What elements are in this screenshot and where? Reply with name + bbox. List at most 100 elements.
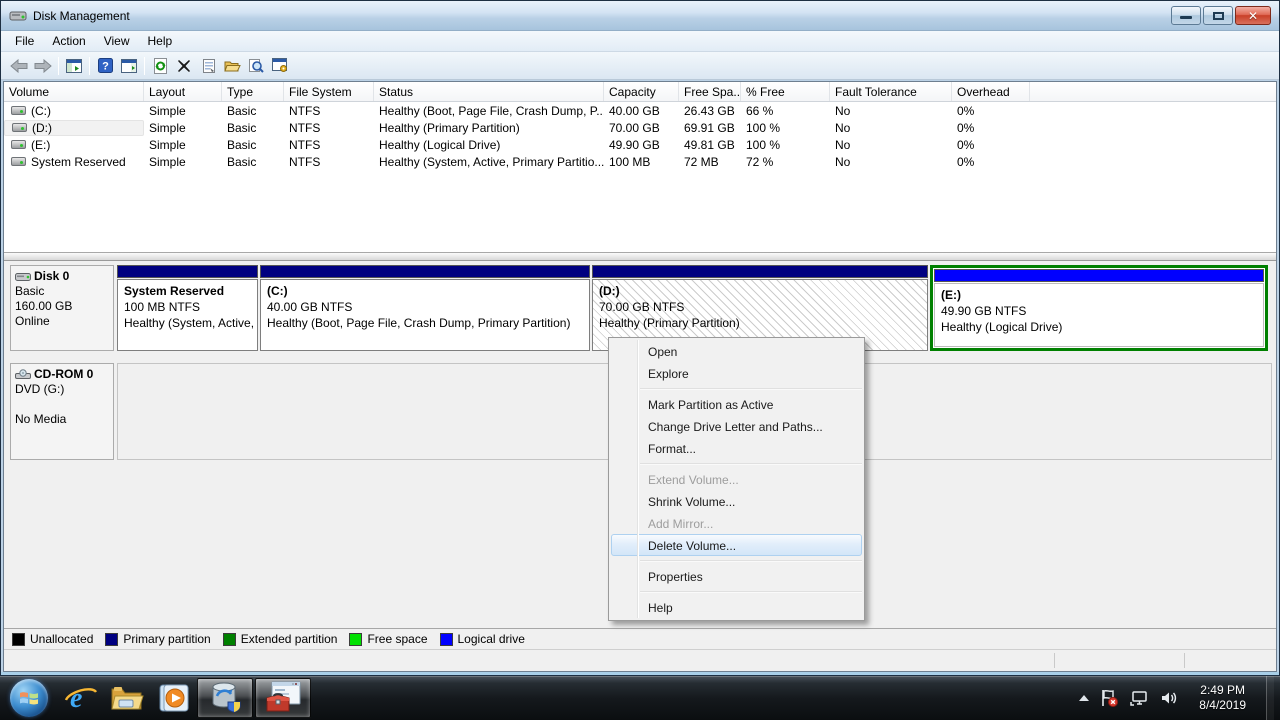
forward-button[interactable] — [31, 55, 55, 77]
network-icon[interactable] — [1129, 689, 1149, 707]
svg-text:e: e — [70, 683, 82, 714]
cdrom0-label[interactable]: CD-ROM 0 DVD (G:) No Media — [10, 363, 114, 460]
legend-swatch-unallocated — [12, 633, 25, 646]
action-center-flag-icon[interactable] — [1099, 689, 1119, 707]
window-title: Disk Management — [33, 9, 130, 23]
menu-action[interactable]: Action — [44, 32, 93, 50]
action-pane-icon — [121, 59, 137, 73]
menu-separator — [640, 463, 862, 464]
system-tray: 2:49 PM 8/4/2019 — [1079, 676, 1280, 720]
toolbar-separator — [58, 57, 59, 75]
window-border-bottom — [1, 672, 1279, 675]
menu-separator — [640, 388, 862, 389]
volume-row-d[interactable]: (D:) Simple Basic NTFS Healthy (Primary … — [4, 119, 1276, 136]
column-header-free-space[interactable]: Free Spa... — [679, 82, 741, 101]
console-tree-icon — [66, 59, 82, 73]
volume-list: Volume Layout Type File System Status Ca… — [4, 82, 1276, 252]
menu-item-explore[interactable]: Explore — [611, 362, 862, 384]
cdrom0-status: No Media — [15, 412, 109, 427]
menu-file[interactable]: File — [7, 32, 42, 50]
cdrom0-media-type: DVD (G:) — [15, 382, 109, 397]
taskbar-clock[interactable]: 2:49 PM 8/4/2019 — [1189, 683, 1256, 713]
column-header-status[interactable]: Status — [374, 82, 604, 101]
column-header-volume[interactable]: Volume — [4, 82, 144, 101]
disk0-label[interactable]: Disk 0 Basic 160.00 GB Online — [10, 265, 114, 351]
disk0-size: 160.00 GB — [15, 299, 109, 314]
partition-color-bar — [592, 265, 928, 278]
partition-e[interactable]: (E:) 49.90 GB NTFS Healthy (Logical Driv… — [934, 269, 1264, 347]
menu-help[interactable]: Help — [140, 32, 181, 50]
partition-color-bar — [934, 269, 1264, 282]
volume-row-e[interactable]: (E:) Simple Basic NTFS Healthy (Logical … — [4, 136, 1276, 153]
column-header-fault-tolerance[interactable]: Fault Tolerance — [830, 82, 952, 101]
show-console-tree-button[interactable] — [62, 55, 86, 77]
column-header-type[interactable]: Type — [222, 82, 284, 101]
volume-speaker-icon[interactable] — [1159, 689, 1179, 707]
volume-row-c[interactable]: (C:) Simple Basic NTFS Healthy (Boot, Pa… — [4, 102, 1276, 119]
pane-splitter[interactable] — [4, 252, 1276, 261]
partition-c[interactable]: (C:) 40.00 GB NTFS Healthy (Boot, Page F… — [260, 265, 590, 351]
taskbar-ie-icon[interactable]: e — [58, 678, 104, 718]
menu-item-change-drive-letter[interactable]: Change Drive Letter and Paths... — [611, 415, 862, 437]
menu-item-add-mirror[interactable]: Add Mirror... — [611, 512, 862, 534]
title-bar[interactable]: Disk Management ✕ — [1, 1, 1279, 31]
menu-item-format[interactable]: Format... — [611, 437, 862, 459]
volume-icon — [12, 123, 27, 132]
partition-system-reserved[interactable]: System Reserved 100 MB NTFS Healthy (Sys… — [117, 265, 258, 351]
clock-date: 8/4/2019 — [1199, 698, 1246, 713]
status-bar — [4, 649, 1276, 671]
column-header-pct-free[interactable]: % Free — [741, 82, 830, 101]
maximize-icon — [1213, 12, 1224, 20]
disk-management-task-icon — [208, 682, 242, 714]
menu-item-delete-volume[interactable]: Delete Volume... — [611, 534, 862, 556]
manage-button[interactable] — [268, 55, 292, 77]
taskbar-explorer-icon[interactable] — [104, 678, 150, 718]
taskbar-disk-management-task[interactable] — [197, 678, 253, 718]
taskbar-wmp-icon[interactable] — [150, 678, 196, 718]
start-button[interactable] — [10, 679, 48, 717]
menu-item-extend-volume[interactable]: Extend Volume... — [611, 468, 862, 490]
menu-item-mark-partition-active[interactable]: Mark Partition as Active — [611, 393, 862, 415]
menu-separator — [640, 591, 862, 592]
legend-swatch-primary — [105, 633, 118, 646]
volume-list-header: Volume Layout Type File System Status Ca… — [4, 82, 1276, 102]
menu-separator — [640, 560, 862, 561]
menu-item-shrink-volume[interactable]: Shrink Volume... — [611, 490, 862, 512]
show-action-pane-button[interactable] — [117, 55, 141, 77]
zoom-button[interactable] — [244, 55, 268, 77]
volume-row-system-reserved[interactable]: System Reserved Simple Basic NTFS Health… — [4, 153, 1276, 170]
delete-button[interactable] — [172, 55, 196, 77]
legend-free-space: Free space — [349, 632, 427, 646]
taskbar-admin-tools-task[interactable] — [255, 678, 311, 718]
refresh-button[interactable] — [148, 55, 172, 77]
toolbar-separator — [89, 57, 90, 75]
column-header-capacity[interactable]: Capacity — [604, 82, 679, 101]
menu-item-help[interactable]: Help — [611, 596, 862, 618]
menu-view[interactable]: View — [96, 32, 138, 50]
open-button[interactable] — [220, 55, 244, 77]
status-bar-divider — [1054, 653, 1055, 668]
desktop: Disk Management ✕ File Action View Help — [0, 0, 1280, 720]
column-header-layout[interactable]: Layout — [144, 82, 222, 101]
back-button[interactable] — [7, 55, 31, 77]
column-header-overhead[interactable]: Overhead — [952, 82, 1030, 101]
show-desktop-button[interactable] — [1266, 676, 1274, 720]
minimize-button[interactable] — [1171, 6, 1201, 25]
show-hidden-icons-button[interactable] — [1079, 695, 1089, 701]
help-button[interactable]: ? — [93, 55, 117, 77]
back-arrow-icon — [10, 59, 28, 73]
manage-gear-icon — [272, 58, 289, 73]
menu-item-open[interactable]: Open — [611, 340, 862, 362]
magnifier-icon — [248, 58, 264, 74]
column-header-file-system[interactable]: File System — [284, 82, 374, 101]
menu-bar: File Action View Help — [1, 31, 1279, 52]
legend-swatch-extended — [223, 633, 236, 646]
properties-button[interactable] — [196, 55, 220, 77]
volume-icon — [11, 157, 26, 166]
open-folder-icon — [224, 59, 241, 73]
menu-item-properties[interactable]: Properties — [611, 565, 862, 587]
disk0-kind: Basic — [15, 284, 109, 299]
maximize-button[interactable] — [1203, 6, 1233, 25]
close-button[interactable]: ✕ — [1235, 6, 1271, 25]
column-header-filler — [1030, 82, 1276, 101]
